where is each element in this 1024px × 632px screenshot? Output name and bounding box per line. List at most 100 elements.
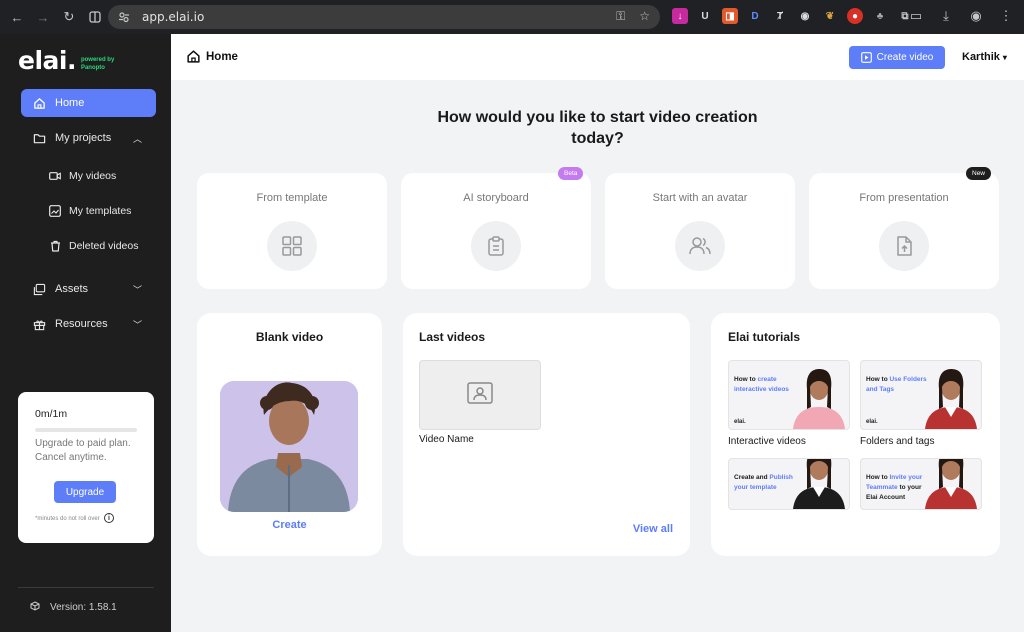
tutorial-thumb-text: How to Invite your Teammate to your Elai…	[866, 473, 928, 503]
url-text[interactable]: app.elai.io	[142, 10, 204, 24]
view-all-link[interactable]: View all	[633, 523, 673, 535]
start-option-from-presentation[interactable]: New From presentation	[809, 167, 999, 289]
create-video-button[interactable]: Create video	[849, 46, 945, 69]
minutes-usage: 0m/1m	[35, 408, 68, 420]
logo-wordmark: elai.	[18, 46, 76, 75]
version-info: Version: 1.58.1	[30, 601, 117, 614]
leaf-extension-icon[interactable]: ❦	[822, 8, 838, 24]
clipboard-icon	[471, 221, 521, 271]
sidebar-item-label: My videos	[69, 170, 117, 182]
new-badge: New	[966, 167, 992, 180]
extensions-bar: ↓ U ◨ D Ⱦ ◉ ❦ ● ♣ ⧉	[672, 8, 913, 24]
create-video-label: Create video	[876, 52, 934, 63]
user-menu[interactable]: Karthik ▾	[962, 51, 1007, 63]
home-icon	[32, 96, 46, 110]
avatar-preview[interactable]	[220, 381, 358, 512]
tutorial-thumbnail[interactable]: Create and Publish your template	[728, 458, 850, 510]
tut-text-pre: How to	[734, 376, 758, 383]
tutorial-thumb-text: Create and Publish your template	[734, 473, 796, 493]
sidebar-item-label: Resources	[55, 318, 108, 330]
video-name[interactable]: Video Name	[419, 434, 474, 445]
video-placeholder-icon	[467, 381, 493, 409]
avatar-illustration	[220, 381, 358, 512]
reload-icon[interactable]: ↻	[58, 6, 80, 28]
tutorial-label[interactable]: Interactive videos	[728, 436, 806, 447]
chevron-down-icon: ﹀	[132, 319, 142, 330]
sidebar-divider	[18, 587, 154, 588]
site-settings-icon[interactable]	[116, 9, 132, 25]
back-icon[interactable]: ←	[6, 6, 28, 28]
u-extension-icon[interactable]: U	[697, 8, 713, 24]
sidebar: elai. powered by Panopto Home My project…	[0, 34, 171, 632]
presenter-image	[925, 369, 977, 429]
version-text: Version: 1.58.1	[50, 602, 117, 613]
forward-icon[interactable]: →	[32, 6, 54, 28]
sidebar-item-label: My templates	[69, 205, 132, 217]
address-bar[interactable]: app.elai.io ⚿ ☆	[108, 5, 660, 29]
tutorial-label[interactable]: Folders and tags	[860, 436, 935, 447]
sidebar-item-deleted-videos[interactable]: Deleted videos	[49, 236, 138, 256]
d-extension-icon[interactable]: D	[747, 8, 763, 24]
page-title: Home	[206, 51, 238, 63]
download-icon[interactable]: ⤓	[938, 8, 954, 24]
elai-logo[interactable]: elai. powered by Panopto	[18, 46, 114, 75]
powered-by-text: powered by	[80, 57, 115, 63]
blank-video-title: Blank video	[255, 330, 324, 344]
grey-extension-icon[interactable]: ♣	[872, 8, 888, 24]
upgrade-button[interactable]: Upgrade	[54, 481, 116, 503]
sidebar-item-my-templates[interactable]: My templates	[49, 201, 131, 221]
tut-text-pre: How to	[866, 474, 890, 481]
tutorial-thumb-text: How to Use Folders and Tags	[866, 375, 928, 395]
start-option-from-template[interactable]: From template	[197, 173, 387, 289]
sidebar-item-resources[interactable]: Resources ﹀	[21, 310, 156, 338]
users-icon	[675, 221, 725, 271]
presenter-image	[793, 459, 845, 509]
trash-icon	[49, 240, 61, 252]
camera-extension-icon[interactable]: ◉	[797, 8, 813, 24]
tutorials-title: Elai tutorials	[728, 330, 801, 344]
sidebar-item-home[interactable]: Home	[21, 89, 156, 117]
red-extension-icon[interactable]: ●	[847, 8, 863, 24]
sidebar-item-label: Home	[55, 97, 85, 109]
text-extension-icon[interactable]: Ⱦ	[772, 8, 788, 24]
tutorial-thumbnail[interactable]: How to Invite your Teammate to your Elai…	[860, 458, 982, 510]
bookmark-star-icon[interactable]: ☆	[639, 9, 650, 24]
video-thumbnail[interactable]	[419, 360, 541, 430]
minutes-note: *minutes do not roll over	[35, 516, 100, 522]
info-icon[interactable]: i	[104, 513, 114, 523]
password-key-icon[interactable]: ⚿	[616, 9, 625, 24]
profile-icon[interactable]: ◉	[968, 8, 984, 24]
template-icon	[49, 205, 61, 217]
sidebar-item-label: My projects	[55, 132, 112, 144]
cube-icon	[30, 601, 40, 614]
start-option-avatar[interactable]: Start with an avatar	[605, 173, 795, 289]
download-extension-icon[interactable]: ↓	[672, 8, 688, 24]
browser-toolbar: ← → ↻ app.elai.io ⚿ ☆ ↓ U ◨ D Ⱦ ◉ ❦ ● ♣ …	[0, 0, 1024, 34]
start-option-ai-storyboard[interactable]: Beta AI storyboard	[401, 167, 591, 289]
split-view-icon[interactable]	[84, 6, 106, 28]
usage-progress-bar	[35, 428, 137, 432]
create-blank-video-link[interactable]: Create	[197, 519, 382, 531]
start-option-label: Start with an avatar	[652, 192, 748, 204]
sidebar-item-my-videos[interactable]: My videos	[49, 166, 116, 186]
gift-icon	[32, 317, 46, 331]
upgrade-card: 0m/1m Upgrade to paid plan. Cancel anyti…	[18, 392, 154, 543]
blank-video-card: Blank video Create	[197, 313, 382, 556]
tut-text-pre: How to	[866, 376, 890, 383]
tutorials-card: Elai tutorials How to create interactive…	[711, 313, 1000, 556]
tutorial-thumbnail[interactable]: How to Use Folders and Tags elai.	[860, 360, 982, 430]
reading-list-icon[interactable]: ▭	[908, 8, 924, 24]
browser-menu-icon[interactable]: ⋮	[998, 8, 1014, 24]
tutorial-thumbnail[interactable]: How to create interactive videos elai.	[728, 360, 850, 430]
start-option-label: From template	[256, 192, 328, 204]
heading-text: How would you like to start video creati…	[437, 109, 758, 147]
orange-extension-icon[interactable]: ◨	[722, 8, 738, 24]
video-camera-icon	[49, 170, 61, 182]
presenter-image	[925, 459, 977, 509]
sidebar-item-label: Assets	[55, 283, 89, 295]
sidebar-item-assets[interactable]: Assets ﹀	[21, 275, 156, 303]
tutorial-logo: elai.	[866, 419, 878, 425]
beta-badge: Beta	[558, 167, 584, 180]
sidebar-item-label: Deleted videos	[69, 240, 139, 252]
sidebar-item-my-projects[interactable]: My projects ︿	[21, 124, 156, 152]
